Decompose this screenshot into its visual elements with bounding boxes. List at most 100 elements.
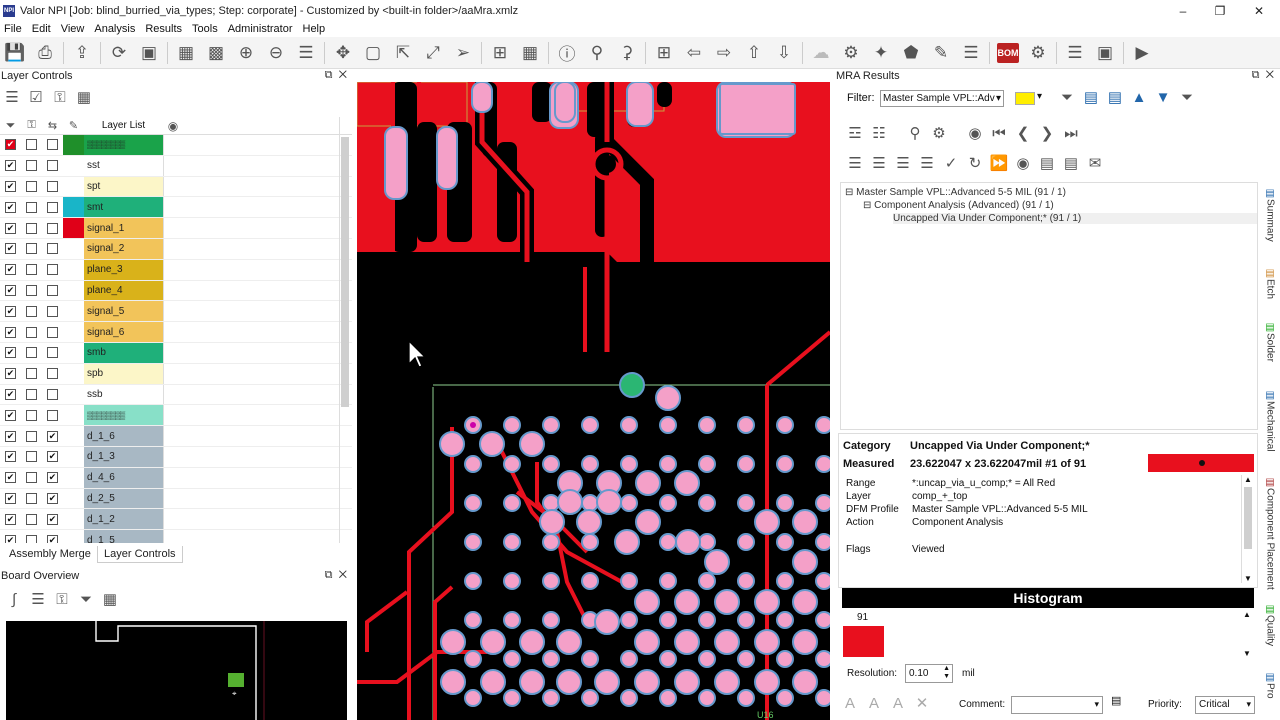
visible-checkbox[interactable]: ✔ [5,222,16,234]
checklist-icon[interactable]: ☑ [24,86,48,108]
select-box-icon[interactable]: ▢ [358,39,388,67]
zoom-out-icon[interactable]: ⊖ [261,39,291,67]
font-edit-icon[interactable]: A [886,692,910,714]
lock-checkbox[interactable] [26,347,37,359]
side-tab-quality[interactable]: ▤ Quality [1262,604,1278,666]
lock-checkbox[interactable] [26,368,37,380]
scroll-down-icon[interactable]: ▼ [1241,649,1253,658]
last-icon[interactable]: ⏭ [1059,122,1083,144]
board-overview-panel-controls[interactable]: ⧉ ✕ [325,569,347,582]
delete-icon[interactable]: ✕ [910,692,934,714]
menu-results[interactable]: Results [145,23,182,35]
doc-icon[interactable]: ▤ [1059,152,1083,174]
menu-analysis[interactable]: Analysis [94,23,135,35]
arrow-right-icon[interactable]: ⇨ [709,39,739,67]
layer-color-swatch[interactable] [63,509,84,529]
layer-color-swatch[interactable] [63,447,84,467]
affect-checkbox[interactable]: ✔ [47,451,58,463]
mra-panel-controls[interactable]: ⧉ ✕ [1252,69,1274,82]
details-scrollbar[interactable]: ▲ ▼ [1241,475,1253,583]
comment-icon[interactable]: ✉ [1083,152,1107,174]
filter-box-icon[interactable]: ▦ [98,588,122,610]
zoom-icon[interactable]: ⚲ [903,122,927,144]
layer-row[interactable]: ✔ plane_3 [0,259,352,281]
lock-checkbox[interactable] [26,284,37,296]
visible-checkbox[interactable]: ✔ [5,368,16,380]
lock-checkbox[interactable] [26,513,37,525]
resolution-input[interactable]: 0.10 ▲ ▼ [905,664,953,683]
visible-checkbox[interactable]: ✔ [5,201,16,213]
side-tab-mechanical[interactable]: ▤ Mechanical [1262,390,1278,464]
minimize-button[interactable]: – [1164,0,1202,21]
font-a-icon[interactable]: A [838,692,862,714]
affect-checkbox[interactable] [47,201,58,213]
spinner-icon[interactable]: ▲ ▼ [943,665,950,681]
layer-color-swatch[interactable] [63,177,84,197]
lock-checkbox[interactable] [26,472,37,484]
up-icon[interactable]: ▲ [1127,86,1151,108]
lock-checkbox[interactable] [26,409,37,421]
layer-row[interactable]: ✔ smb [0,342,352,364]
layer-row[interactable]: ✔ ✔ d_2_5 [0,488,352,510]
affect-checkbox[interactable]: ✔ [47,472,58,484]
arrow-down-icon[interactable]: ⇩ [769,39,799,67]
visible-checkbox[interactable]: ✔ [5,347,16,359]
visible-checkbox[interactable]: ✔ [5,409,16,421]
visible-checkbox[interactable]: ✔ [5,430,16,442]
layer-row[interactable]: ✔ ▒▒▒▒▒▒▒▒ [0,135,352,156]
tree-node-action[interactable]: ⊟ Component Analysis (Advanced) (91 / 1) [863,200,1054,211]
side-tab-etch[interactable]: ▤ Etch [1262,268,1278,308]
waive-icon[interactable]: ↻ [963,152,987,174]
affect-checkbox[interactable] [47,347,58,359]
board-overview-canvas[interactable]: ⌖ [6,621,347,720]
affect-checkbox[interactable]: ✔ [47,534,58,543]
visible-checkbox[interactable]: ✔ [5,513,16,525]
visible-checkbox[interactable]: ✔ [5,243,16,255]
menu-edit[interactable]: Edit [32,23,51,35]
maximize-button[interactable]: ❐ [1201,0,1239,21]
add-comment-icon[interactable]: ▤ [1111,694,1121,707]
visible-checkbox[interactable]: ✔ [5,139,16,151]
layer-color-swatch[interactable] [63,385,84,405]
network-icon[interactable]: ⚙ [836,39,866,67]
component-icon[interactable]: ⚙ [1023,39,1053,67]
layer-row[interactable]: ✔ spt [0,176,352,198]
menu-view[interactable]: View [61,23,85,35]
affect-checkbox[interactable]: ✔ [47,430,58,442]
side-tab-summary[interactable]: ▤ Summary [1262,188,1278,250]
scroll-thumb[interactable] [1244,487,1252,549]
font-add-icon[interactable]: A [862,692,886,714]
lock-icon[interactable]: ⚿ [50,588,74,610]
scroll-up-icon[interactable]: ▲ [1241,610,1253,619]
chevron-down-icon[interactable]: ▾ [1037,91,1042,102]
filter-down-icon[interactable]: ⏷ [74,588,98,610]
layer-row[interactable]: ✔ ✔ d_1_3 [0,446,352,468]
list-down-icon[interactable]: ☰ [891,152,915,174]
forward-icon[interactable]: ⏩ [987,152,1011,174]
zoom-fit-icon[interactable]: ▩ [201,39,231,67]
filter-icon[interactable]: ⏷ [0,117,21,134]
layer-row[interactable]: ✔ ▒▒▒▒▒▒▒▒ [0,405,352,427]
eye-icon[interactable]: ◉ [163,117,183,134]
shape-icon[interactable]: ⬟ [896,39,926,67]
lock-checkbox[interactable] [26,534,37,543]
affect-checkbox[interactable] [47,139,58,151]
eye-view-icon[interactable]: ◉ [1011,152,1035,174]
visible-checkbox[interactable]: ✔ [5,305,16,317]
close-button[interactable]: ✕ [1240,0,1278,21]
scroll-down-icon[interactable]: ▼ [1242,574,1254,583]
refresh-icon[interactable]: ⟳ [104,39,134,67]
lock-checkbox[interactable] [26,305,37,317]
visible-checkbox[interactable]: ✔ [5,388,16,400]
layer-row[interactable]: ✔ ✔ d_1_2 [0,509,352,531]
layer-color-swatch[interactable] [63,197,84,218]
lock-checkbox[interactable] [26,201,37,213]
layer-color-swatch[interactable] [63,156,84,176]
search-icon[interactable]: ⚳ [612,39,642,67]
lock-checkbox[interactable] [26,243,37,255]
layer-row[interactable]: ✔ ssb [0,384,352,406]
pointer-icon[interactable]: ➢ [448,39,478,67]
stack-icon[interactable]: ☰ [26,588,50,610]
report-icon[interactable]: ▤ [1035,152,1059,174]
pcb-canvas[interactable]: U16 [357,82,830,720]
